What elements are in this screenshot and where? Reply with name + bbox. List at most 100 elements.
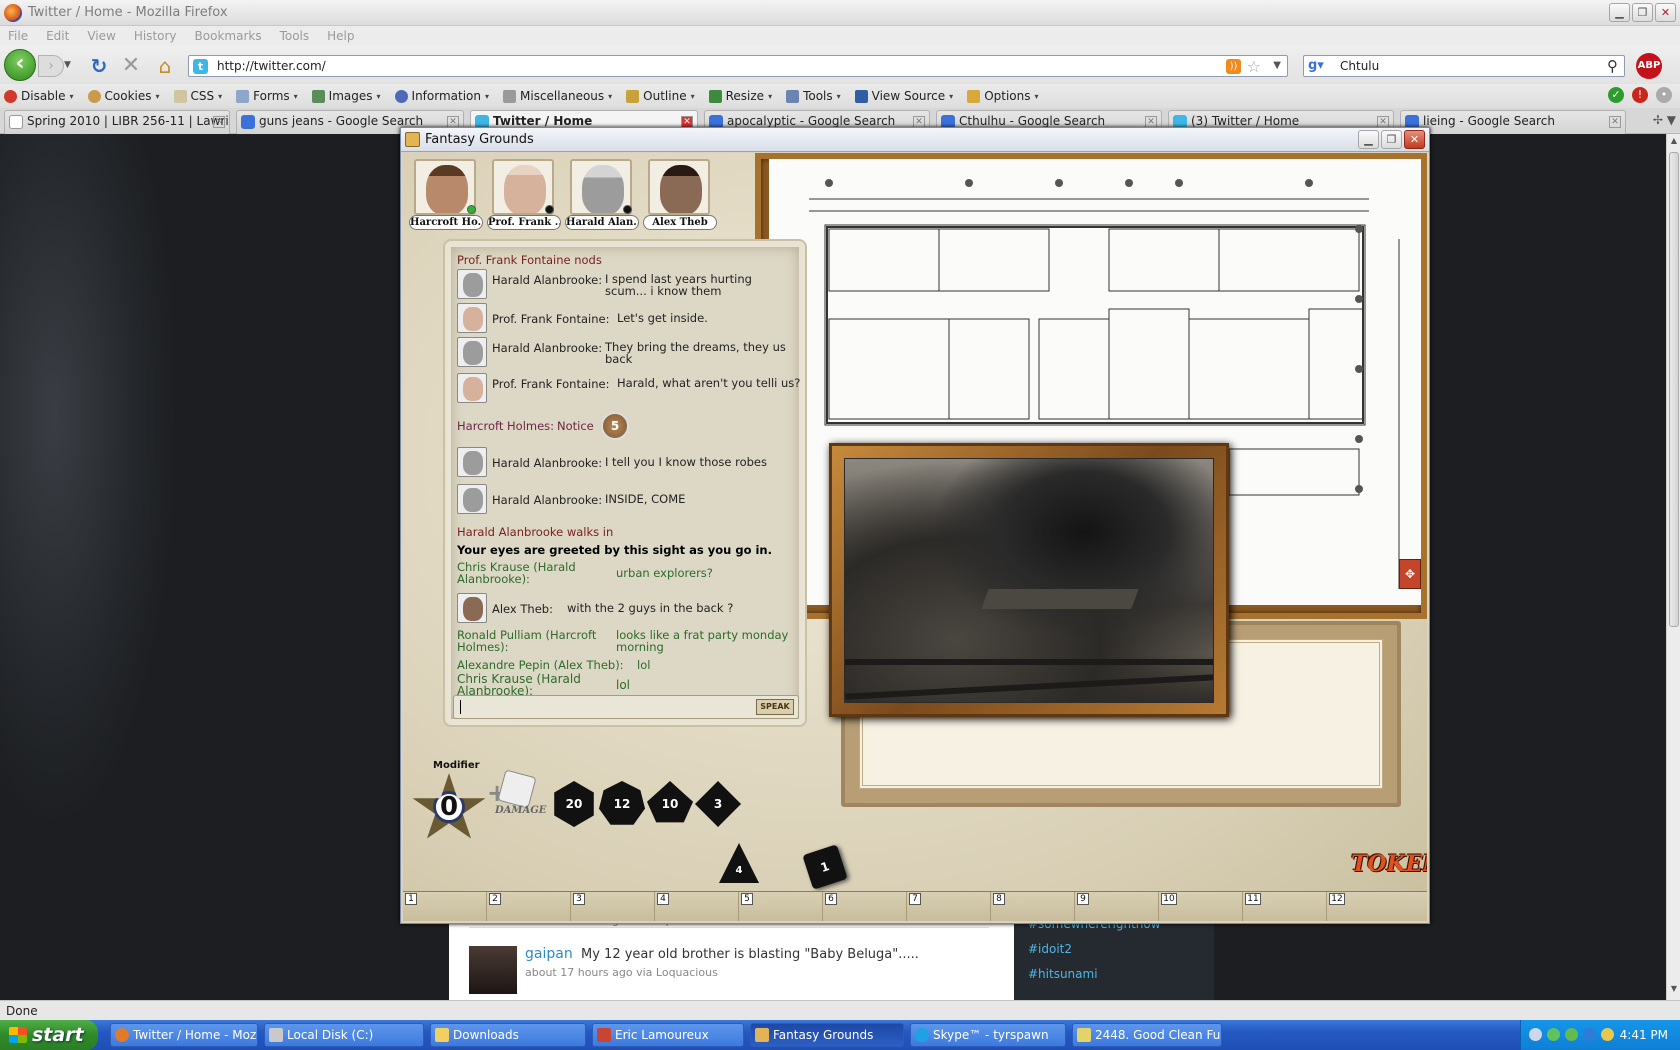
d6-die-icon[interactable]: 1 [802, 844, 848, 890]
taskbar-local-disk[interactable]: Local Disk (C:) [264, 1023, 424, 1047]
taskbar-firefox[interactable]: Twitter / Home - Mozil... [110, 1023, 258, 1047]
scroll-down-icon[interactable]: ▼ [1668, 984, 1680, 998]
tab-lieing[interactable]: lieing - Google Search ✕ [1400, 110, 1626, 134]
tab-list-icon[interactable]: ✢ ▼ [1653, 113, 1676, 127]
dev-miscellaneous[interactable]: Miscellaneous ▾ [503, 89, 612, 103]
forward-button[interactable]: › [38, 55, 64, 77]
hotkey-slot-11[interactable]: 11 [1243, 892, 1327, 921]
tray-bluetooth-icon[interactable] [1583, 1028, 1596, 1041]
validation-ok-icon[interactable]: ✓ [1608, 87, 1624, 103]
hotkey-slot-10[interactable]: 10 [1159, 892, 1243, 921]
hotkey-slot-12[interactable]: 12 [1327, 892, 1427, 921]
dev-view-source[interactable]: View Source ▾ [854, 89, 953, 103]
dev-images[interactable]: Images ▾ [311, 89, 381, 103]
menu-help[interactable]: Help [327, 29, 354, 43]
portrait-alex[interactable]: Alex Theb [643, 159, 717, 231]
close-button[interactable]: ✕ [1655, 3, 1676, 22]
tray-network-icon[interactable] [1547, 1028, 1560, 1041]
hotkey-slot-2[interactable]: 2 [487, 892, 571, 921]
tweet-username[interactable]: gaipan [525, 946, 573, 962]
history-dropdown-icon[interactable]: ▼ [64, 60, 71, 70]
search-input[interactable]: Chtulu [1340, 59, 1379, 73]
menu-view[interactable]: View [87, 29, 115, 43]
hotkey-slot-6[interactable]: 6 [823, 892, 907, 921]
trend-link[interactable]: #hitsunami [1028, 967, 1098, 981]
restore-button[interactable]: ❐ [1632, 3, 1653, 22]
map-expand-button[interactable]: ✥ [1399, 559, 1421, 589]
menu-tools[interactable]: Tools [280, 29, 310, 43]
tray-security-icon[interactable] [1601, 1028, 1614, 1041]
taskbar-downloads[interactable]: Downloads [430, 1023, 586, 1047]
page-scrollbar[interactable]: ▲ ▼ [1666, 134, 1680, 1000]
fg-titlebar[interactable]: Fantasy Grounds ▁ ❐ ✕ [401, 128, 1429, 152]
url-bar[interactable]: t http://twitter.com/ )) ☆ ▼ [188, 55, 1288, 77]
tray-app-icon[interactable] [1565, 1028, 1578, 1041]
chat-log[interactable]: Prof. Frank Fontaine nods Harald Alanbro… [457, 251, 801, 681]
dev-information[interactable]: Information ▾ [394, 89, 489, 103]
hotkey-slot-7[interactable]: 7 [907, 892, 991, 921]
dev-options[interactable]: Options ▾ [967, 89, 1039, 103]
hotkey-slot-1[interactable]: 1 [403, 892, 487, 921]
image-window[interactable] [829, 443, 1229, 717]
google-search-engine-icon[interactable]: g▾ [1308, 58, 1324, 73]
d8-die-icon[interactable]: 3 [695, 781, 741, 827]
portrait-harald[interactable]: Harald Alan... [565, 159, 639, 231]
taskbar-fantasy-grounds[interactable]: Fantasy Grounds [750, 1023, 904, 1047]
roll-result-die-icon[interactable]: 5 [601, 412, 629, 440]
dev-forms[interactable]: Forms ▾ [236, 89, 298, 103]
dev-css[interactable]: CSS ▾ [173, 89, 222, 103]
modifier-value[interactable]: 0 [433, 791, 465, 823]
tokens-button[interactable]: TOKENS [1351, 851, 1427, 885]
close-tab-icon[interactable]: ✕ [1609, 116, 1621, 128]
menu-file[interactable]: File [8, 29, 28, 43]
scroll-up-icon[interactable]: ▲ [1668, 136, 1680, 150]
scrollbar-thumb[interactable] [1669, 152, 1679, 627]
fg-close-button[interactable]: ✕ [1404, 130, 1425, 149]
tray-arrow-icon[interactable] [1529, 1028, 1542, 1041]
hotkey-slot-3[interactable]: 3 [571, 892, 655, 921]
portrait-harcroft[interactable]: Harcroft Ho... [409, 159, 483, 231]
minimize-button[interactable]: ▁ [1609, 3, 1630, 22]
dev-disable[interactable]: Disable ▾ [4, 89, 74, 103]
hotkey-slot-4[interactable]: 4 [655, 892, 739, 921]
reload-button[interactable]: ↻ [88, 55, 110, 77]
avatar[interactable] [469, 946, 517, 994]
d4-die-icon[interactable]: 4 [719, 843, 759, 883]
stop-button[interactable]: ✕ [120, 55, 142, 77]
url-dropdown-icon[interactable]: ▼ [1273, 60, 1281, 71]
rss-feed-icon[interactable]: )) [1226, 59, 1241, 74]
fg-restore-button[interactable]: ❐ [1381, 130, 1402, 149]
menu-bookmarks[interactable]: Bookmarks [195, 29, 262, 43]
search-icon[interactable]: ⚲ [1607, 57, 1618, 75]
taskbar-good-clean-fun[interactable]: 2448. Good Clean Fu... [1072, 1023, 1222, 1047]
hotkey-slot-5[interactable]: 5 [739, 892, 823, 921]
tab-spring-2010[interactable]: Spring 2010 | LIBR 256-11 | Lawrim... ✕ [4, 110, 230, 134]
damage-die-button[interactable]: + DAMAGE [487, 769, 547, 825]
trend-link[interactable]: #idoit2 [1028, 942, 1072, 956]
d12-die-icon[interactable]: 12 [599, 781, 645, 825]
scene-photo[interactable] [844, 458, 1214, 703]
d10-die-icon[interactable]: 10 [647, 781, 693, 823]
fg-minimize-button[interactable]: ▁ [1358, 130, 1379, 149]
portrait-frank[interactable]: Prof. Frank ... [487, 159, 561, 231]
adblock-plus-icon[interactable]: ABP [1636, 53, 1662, 79]
modifier-star[interactable]: 0 [412, 773, 486, 839]
search-bar[interactable]: g▾ Chtulu ⚲ [1303, 55, 1625, 77]
back-button[interactable]: ‹ [4, 49, 36, 81]
d20-die-icon[interactable]: 20 [554, 781, 594, 827]
bookmark-star-icon[interactable]: ☆ [1247, 57, 1261, 76]
dev-tools[interactable]: Tools ▾ [786, 89, 841, 103]
home-button[interactable]: ⌂ [154, 55, 176, 77]
menu-edit[interactable]: Edit [46, 29, 69, 43]
hotkey-slot-8[interactable]: 8 [991, 892, 1075, 921]
chat-input[interactable]: SPEAK [453, 695, 799, 719]
menu-history[interactable]: History [134, 29, 177, 43]
status-gray-icon[interactable]: • [1656, 87, 1672, 103]
dev-outline[interactable]: Outline ▾ [626, 89, 695, 103]
taskbar-eric-lamoureux[interactable]: Eric Lamoureux [592, 1023, 744, 1047]
error-icon[interactable]: ! [1632, 87, 1648, 103]
close-tab-icon[interactable]: ✕ [213, 116, 225, 128]
hotkey-slot-9[interactable]: 9 [1075, 892, 1159, 921]
speak-button[interactable]: SPEAK [756, 699, 794, 715]
dev-cookies[interactable]: Cookies ▾ [87, 89, 160, 103]
